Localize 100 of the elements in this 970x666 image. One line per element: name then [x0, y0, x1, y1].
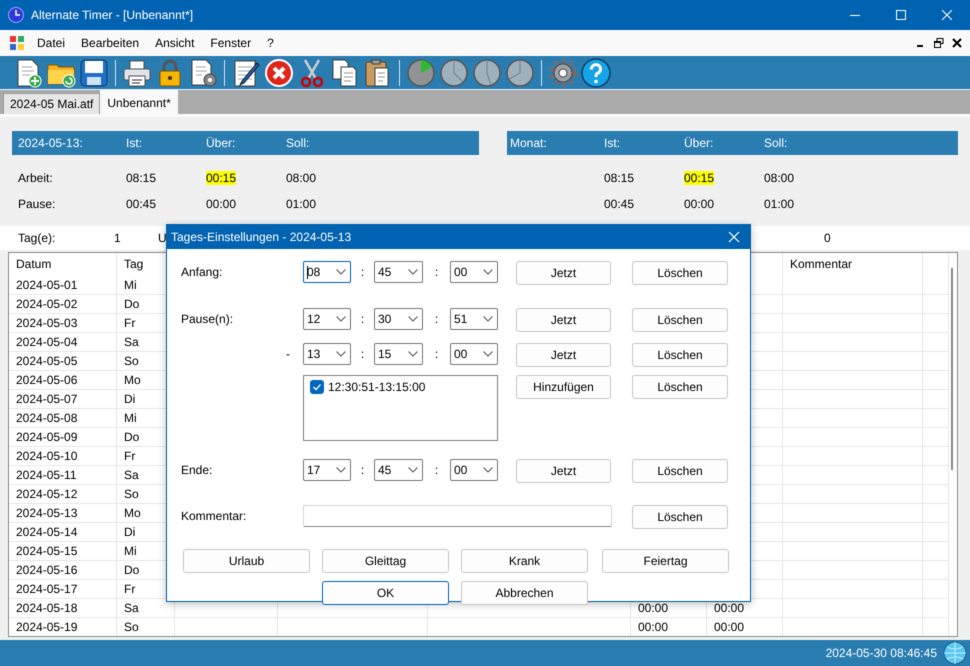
table-cell: 2024-05-04 — [16, 335, 78, 349]
dialog-button[interactable]: Abbrechen — [461, 581, 588, 605]
table-cell: Mi — [124, 411, 137, 425]
time-value: 08:00 — [764, 171, 794, 185]
scrollbar-thumb[interactable] — [951, 268, 953, 470]
document-tab[interactable]: Unbenannt* — [100, 90, 178, 114]
table-cell: Fr — [124, 316, 136, 330]
dialog-button[interactable]: Krank — [461, 549, 588, 573]
dialog-button[interactable]: Jetzt — [516, 459, 611, 483]
dialog-button[interactable]: Hinzufügen — [516, 375, 611, 399]
dialog-button[interactable]: Urlaub — [183, 549, 310, 573]
save-icon[interactable] — [78, 56, 110, 88]
table-cell: 2024-05-14 — [16, 525, 78, 539]
time-separator: : — [360, 346, 366, 361]
document-tab[interactable]: 2024-05 Mai.atf — [3, 93, 100, 114]
days-label: Tag(e): — [18, 231, 56, 245]
column-header[interactable]: Tag — [124, 257, 144, 271]
restore-icon[interactable] — [934, 38, 944, 48]
dialog-button[interactable]: Löschen — [632, 375, 728, 399]
dialog-button[interactable]: Jetzt — [516, 261, 611, 285]
pie-chart-icon[interactable] — [504, 56, 536, 88]
time-dropdown[interactable]: 45 — [374, 261, 423, 283]
dialog-button[interactable]: Gleittag — [322, 549, 449, 573]
time-dropdown[interactable]: 45 — [374, 459, 423, 481]
help-icon[interactable] — [580, 56, 612, 88]
table-cell: Mi — [124, 278, 137, 292]
summary-heading: 2024-05-13: — [17, 136, 84, 150]
table-cell: 2024-05-16 — [16, 563, 78, 577]
column-header[interactable]: Kommentar — [790, 257, 852, 271]
menu-item[interactable]: Bearbeiten — [73, 33, 148, 53]
days-value: U — [158, 231, 167, 245]
table-cell: 2024-05-06 — [16, 373, 78, 387]
dialog-button[interactable]: Löschen — [632, 343, 728, 367]
dialog-title: Tages-Einstellungen - 2024-05-13 — [171, 230, 352, 244]
time-dropdown[interactable]: 00 — [450, 459, 498, 481]
comment-field[interactable] — [303, 505, 612, 527]
table-cell: Fr — [124, 449, 136, 463]
table-cell: Do — [124, 297, 140, 311]
time-dropdown[interactable]: 15 — [374, 343, 423, 365]
pie-chart-icon[interactable] — [438, 56, 470, 88]
list-item[interactable]: 12:30:51-13:15:00 — [328, 380, 426, 394]
checkbox[interactable] — [310, 380, 324, 394]
table-cell: 2024-05-02 — [16, 297, 78, 311]
table-cell: 2024-05-15 — [16, 544, 78, 558]
dialog-button[interactable]: Löschen — [632, 505, 728, 529]
field-label: - — [285, 346, 291, 361]
dialog-button[interactable]: OK — [322, 581, 449, 605]
column-heading: Ist: — [604, 136, 622, 150]
dialog-button[interactable]: Jetzt — [516, 308, 611, 332]
maximize-icon[interactable] — [896, 10, 906, 20]
menu-item[interactable]: Fenster — [202, 33, 260, 53]
dialog-button[interactable]: Löschen — [632, 261, 728, 285]
menu-item[interactable]: Datei — [29, 33, 74, 53]
time-value: 01:00 — [286, 197, 316, 211]
chevron-down-icon — [483, 269, 493, 275]
pie-chart-icon[interactable] — [405, 56, 437, 88]
menu-item[interactable]: ? — [259, 33, 282, 53]
table-cell: 00:00 — [714, 601, 744, 615]
dialog-button[interactable]: Jetzt — [516, 343, 611, 367]
table-cell: Mi — [124, 544, 137, 558]
window-title: Alternate Timer - [Unbenannt*] — [31, 8, 194, 22]
time-dropdown[interactable]: 51 — [450, 308, 498, 330]
settings-icon[interactable] — [547, 56, 579, 88]
table-cell: 2024-05-11 — [16, 468, 76, 482]
chevron-down-icon — [408, 269, 418, 275]
table-cell: Di — [124, 392, 136, 406]
time-separator: : — [434, 346, 440, 361]
close-icon[interactable] — [952, 38, 962, 48]
dialog-button[interactable]: Feiertag — [602, 549, 729, 573]
time-dropdown[interactable]: 30 — [374, 308, 423, 330]
table-cell: 2024-05-10 — [16, 449, 78, 463]
column-heading: Über: — [684, 136, 714, 150]
table-cell: 00:00 — [714, 620, 744, 634]
time-dropdown[interactable]: 00 — [450, 261, 498, 283]
time-value: 00:45 — [604, 197, 634, 211]
pie-chart-icon[interactable] — [471, 56, 503, 88]
field-label: Anfang: — [181, 264, 224, 279]
time-separator: : — [434, 462, 440, 477]
table-cell: So — [124, 354, 139, 368]
chevron-down-icon — [336, 316, 346, 322]
time-dropdown[interactable]: 17 — [303, 459, 351, 481]
column-heading: Ist: — [126, 136, 144, 150]
table-cell: 2024-05-08 — [16, 411, 78, 425]
delete-icon[interactable] — [263, 56, 295, 88]
menu-item[interactable]: Ansicht — [147, 33, 202, 53]
pause-list[interactable]: 12:30:51-13:15:00 — [303, 375, 498, 441]
table-cell: Di — [124, 525, 136, 539]
chevron-down-icon — [336, 467, 346, 473]
chevron-down-icon — [408, 316, 418, 322]
dialog-button[interactable]: Löschen — [632, 459, 728, 483]
time-dropdown[interactable]: 13 — [303, 343, 351, 365]
dialog-button[interactable]: Löschen — [632, 308, 728, 332]
time-separator: : — [360, 311, 366, 326]
column-header[interactable]: Datum — [16, 257, 52, 271]
time-dropdown[interactable]: 12 — [303, 308, 351, 330]
clock-icon — [8, 7, 24, 23]
time-dropdown[interactable]: 00 — [450, 343, 498, 365]
table-cell: So — [124, 487, 139, 501]
time-value: 01:00 — [764, 197, 794, 211]
time-value: 00:00 — [684, 197, 714, 211]
